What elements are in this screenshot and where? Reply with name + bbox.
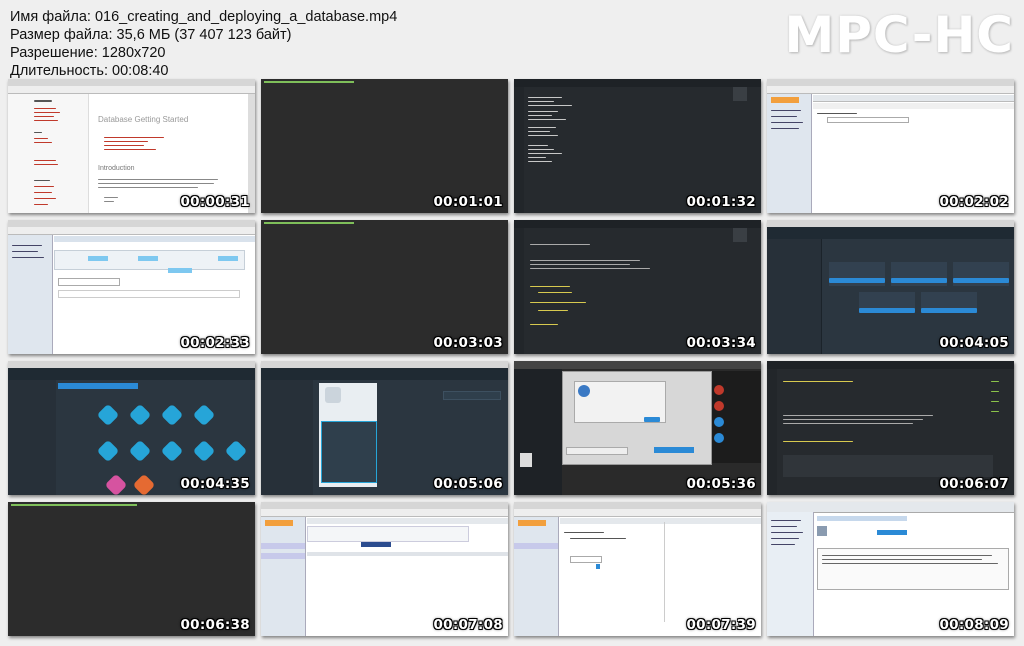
thumbnail[interactable]: 00:07:39 (514, 502, 761, 636)
timestamp: 00:02:02 (939, 194, 1009, 210)
browser-addressbar (767, 86, 1014, 94)
thumbnail[interactable]: 00:04:05 (767, 220, 1014, 354)
thumbnail[interactable]: 00:05:06 (261, 361, 508, 495)
timestamp: 00:07:39 (686, 617, 756, 633)
timestamp: 00:03:34 (686, 335, 756, 351)
doc-heading: Introduction (98, 165, 135, 172)
timestamp: 00:04:35 (180, 476, 250, 492)
timestamp: 00:05:06 (433, 476, 503, 492)
timestamp: 00:06:38 (180, 617, 250, 633)
doc-page-title: Database Getting Started (98, 115, 189, 124)
timestamp: 00:00:31 (180, 194, 250, 210)
terminal-prompt (11, 504, 137, 506)
thumbnail[interactable]: Database Getting Started Introduction 00… (8, 79, 255, 213)
timestamp: 00:06:07 (939, 476, 1009, 492)
timestamp: 00:02:33 (180, 335, 250, 351)
timestamp: 00:05:36 (686, 476, 756, 492)
thumbnail-grid: Database Getting Started Introduction 00… (8, 79, 1014, 636)
thumbnail[interactable]: 00:03:34 (514, 220, 761, 354)
filesize-line: Размер файла: 35,6 МБ (37 407 123 байт) (10, 27, 292, 43)
thumbnail[interactable]: 00:07:08 (261, 502, 508, 636)
thumbnail[interactable]: 00:03:03 (261, 220, 508, 354)
timestamp: 00:01:32 (686, 194, 756, 210)
terminal-prompt (264, 222, 354, 224)
timestamp: 00:08:09 (939, 617, 1009, 633)
filename-line: Имя файла: 016_creating_and_deploying_a_… (10, 9, 398, 25)
timestamp: 00:01:01 (433, 194, 503, 210)
thumbnail[interactable]: 00:02:33 (8, 220, 255, 354)
thumbnail[interactable]: 00:06:38 (8, 502, 255, 636)
resolution-line: Разрешение: 1280x720 (10, 45, 166, 61)
timestamp: 00:03:03 (433, 335, 503, 351)
mpc-hc-logo: MPC-HC (784, 6, 1014, 64)
timestamp: 00:04:05 (939, 335, 1009, 351)
thumbnail[interactable]: 00:05:36 (514, 361, 761, 495)
file-info: Имя файла: 016_creating_and_deploying_a_… (10, 8, 397, 80)
terminal-prompt (264, 81, 354, 83)
browser-addressbar (8, 227, 255, 235)
thumbnail[interactable]: 00:06:07 (767, 361, 1014, 495)
thumbnail[interactable]: 00:01:01 (261, 79, 508, 213)
browser-addressbar (8, 86, 255, 94)
thumbnail[interactable]: 00:04:35 (8, 361, 255, 495)
timestamp: 00:07:08 (433, 617, 503, 633)
thumbnail[interactable]: 00:01:32 (514, 79, 761, 213)
browser-addressbar (261, 509, 508, 517)
browser-addressbar (514, 509, 761, 517)
doc-sidebar (8, 94, 89, 213)
duration-line: Длительность: 00:08:40 (10, 63, 169, 79)
thumbnail[interactable]: 00:02:02 (767, 79, 1014, 213)
thumbnail[interactable]: 00:08:09 (767, 502, 1014, 636)
